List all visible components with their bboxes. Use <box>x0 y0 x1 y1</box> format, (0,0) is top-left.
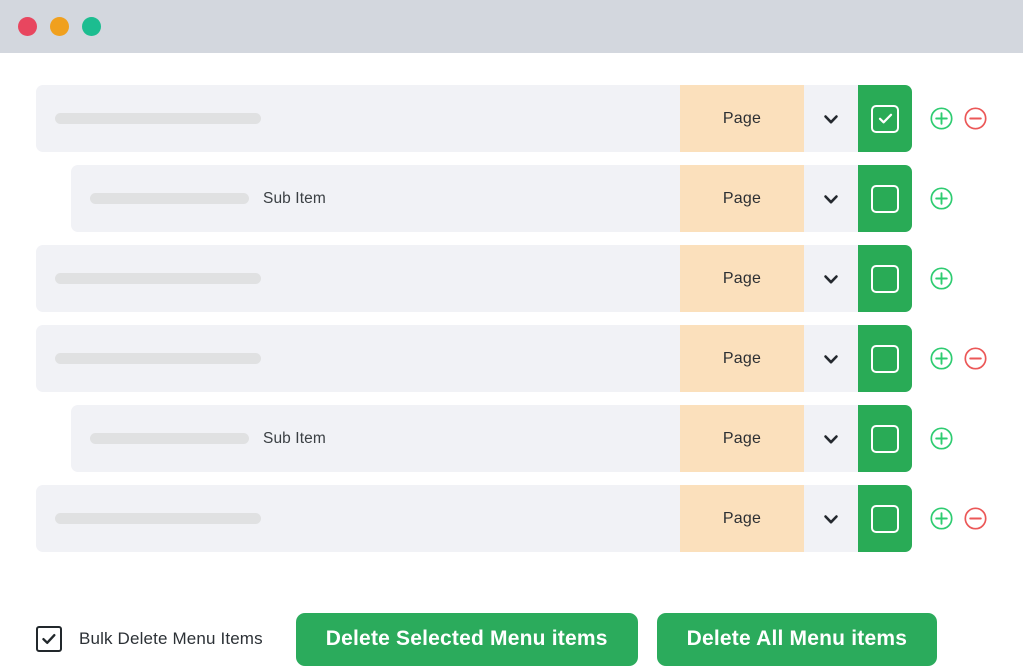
menu-item-actions <box>912 165 1023 232</box>
checkbox-box <box>871 184 899 213</box>
menu-item-type-chip[interactable]: Page <box>680 245 804 312</box>
checkbox-box <box>871 504 899 533</box>
menu-item-type-chip[interactable]: Page <box>680 325 804 392</box>
menu-item-select-checkbox[interactable] <box>858 85 912 152</box>
menu-item-label-area[interactable] <box>36 485 680 552</box>
minimize-dot[interactable] <box>50 17 69 36</box>
menu-item-type-chip[interactable]: Page <box>680 165 804 232</box>
menu-item-expand-toggle[interactable] <box>804 325 858 392</box>
menu-item-type-chip[interactable]: Page <box>680 85 804 152</box>
bulk-delete-label: Bulk Delete Menu Items <box>79 629 263 648</box>
maximize-dot[interactable] <box>82 17 101 36</box>
menu-item-actions <box>912 85 1023 152</box>
menu-item-expand-toggle[interactable] <box>804 245 858 312</box>
remove-menu-item-button[interactable] <box>964 347 987 370</box>
chevron-down-icon <box>824 354 838 363</box>
menu-item-label-area[interactable] <box>36 245 680 312</box>
delete-all-menu-items-button[interactable]: Delete All Menu items <box>656 612 938 666</box>
menu-item-select-checkbox[interactable] <box>858 245 912 312</box>
close-dot[interactable] <box>18 17 37 36</box>
checkbox-box <box>871 264 899 293</box>
menu-item-row[interactable]: Page <box>36 325 1023 392</box>
add-menu-item-button[interactable] <box>930 347 953 370</box>
check-icon <box>42 634 56 644</box>
plus-circle-icon <box>930 507 953 530</box>
menu-item-select-checkbox[interactable] <box>858 165 912 232</box>
menu-item-actions <box>912 245 1023 312</box>
menu-item-row[interactable]: Sub Item Page <box>71 165 1023 232</box>
chevron-down-icon <box>824 114 838 123</box>
menu-item-name-placeholder <box>55 113 261 124</box>
plus-circle-icon <box>930 427 953 450</box>
menu-item-name-placeholder <box>55 273 261 284</box>
menu-item-expand-toggle[interactable] <box>804 485 858 552</box>
menu-item-name-placeholder <box>55 513 261 524</box>
delete-selected-menu-items-button[interactable]: Delete Selected Menu items <box>295 612 638 666</box>
menu-item-expand-toggle[interactable] <box>804 165 858 232</box>
checkbox-box <box>871 424 899 453</box>
menu-item-name-placeholder <box>90 193 249 204</box>
menu-item-label-area[interactable]: Sub Item <box>71 405 680 472</box>
menu-builder-panel: Page Sub Item Page Page Page Sub Item Page Page… <box>0 53 1023 670</box>
menu-item-row[interactable]: Page <box>36 85 1023 152</box>
plus-circle-icon <box>930 187 953 210</box>
menu-item-expand-toggle[interactable] <box>804 405 858 472</box>
menu-item-label-area[interactable]: Sub Item <box>71 165 680 232</box>
menu-item-row[interactable]: Page <box>36 245 1023 312</box>
menu-item-actions <box>912 405 1023 472</box>
add-menu-item-button[interactable] <box>930 427 953 450</box>
menu-item-select-checkbox[interactable] <box>858 325 912 392</box>
bulk-delete-checkbox[interactable] <box>36 626 62 652</box>
add-menu-item-button[interactable] <box>930 267 953 290</box>
menu-item-actions <box>912 485 1023 552</box>
plus-circle-icon <box>930 267 953 290</box>
plus-circle-icon <box>930 107 953 130</box>
chevron-down-icon <box>824 514 838 523</box>
window-titlebar <box>0 0 1023 53</box>
check-icon <box>878 113 892 124</box>
checkbox-box <box>871 104 899 133</box>
menu-item-row[interactable]: Page <box>36 485 1023 552</box>
bulk-actions-bar: Bulk Delete Menu Items Delete Selected M… <box>0 608 1023 670</box>
menu-item-label-area[interactable] <box>36 325 680 392</box>
menu-item-type-chip[interactable]: Page <box>680 485 804 552</box>
remove-menu-item-button[interactable] <box>964 507 987 530</box>
minus-circle-icon <box>964 107 987 130</box>
menu-item-name-placeholder <box>55 353 261 364</box>
sub-item-label: Sub Item <box>263 189 326 207</box>
menu-item-type-chip[interactable]: Page <box>680 405 804 472</box>
remove-menu-item-button[interactable] <box>964 107 987 130</box>
add-menu-item-button[interactable] <box>930 507 953 530</box>
plus-circle-icon <box>930 347 953 370</box>
menu-item-row[interactable]: Sub Item Page <box>71 405 1023 472</box>
sub-item-label: Sub Item <box>263 429 326 447</box>
menu-item-expand-toggle[interactable] <box>804 85 858 152</box>
chevron-down-icon <box>824 434 838 443</box>
minus-circle-icon <box>964 347 987 370</box>
menu-item-select-checkbox[interactable] <box>858 405 912 472</box>
chevron-down-icon <box>824 274 838 283</box>
menu-item-select-checkbox[interactable] <box>858 485 912 552</box>
minus-circle-icon <box>964 507 987 530</box>
add-menu-item-button[interactable] <box>930 107 953 130</box>
checkbox-box <box>871 344 899 373</box>
menu-item-actions <box>912 325 1023 392</box>
menu-item-label-area[interactable] <box>36 85 680 152</box>
menu-item-name-placeholder <box>90 433 249 444</box>
chevron-down-icon <box>824 194 838 203</box>
menu-items-list: Page Sub Item Page Page Page Sub Item Page Page <box>0 85 1023 552</box>
add-menu-item-button[interactable] <box>930 187 953 210</box>
